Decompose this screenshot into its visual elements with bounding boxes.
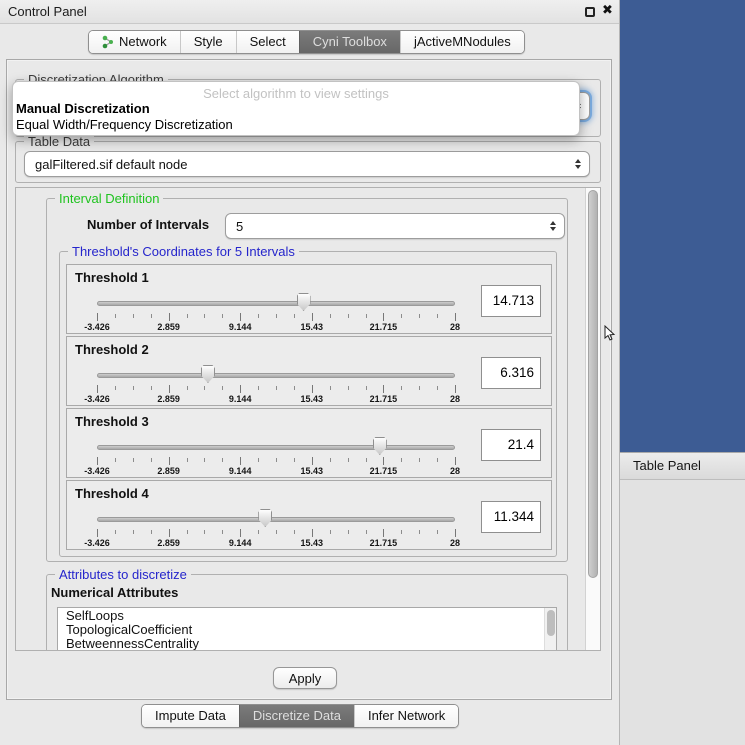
tab-infer-network[interactable]: Infer Network <box>354 705 458 727</box>
table-data-select[interactable]: galFiltered.sif default node <box>24 151 590 177</box>
group-title: Table Data <box>24 134 94 149</box>
slider-ticks <box>97 457 455 466</box>
apply-button[interactable]: Apply <box>273 667 337 689</box>
mouse-cursor <box>604 325 616 343</box>
network-icon <box>102 35 114 49</box>
bottom-tab-bar: Impute Data Discretize Data Infer Networ… <box>141 704 459 728</box>
scrollbar-thumb[interactable] <box>588 190 598 578</box>
threshold-value-field[interactable]: 21.4 <box>481 429 541 461</box>
settings-scroll-area: Interval Definition Number of Intervals … <box>15 187 601 651</box>
attribute-item[interactable]: BetweennessCentrality <box>58 636 556 650</box>
tab-jactivemnodules[interactable]: jActiveMNodules <box>400 31 524 53</box>
slider-thumb[interactable] <box>201 365 215 383</box>
tab-network[interactable]: Network <box>89 31 180 53</box>
group-title: Threshold's Coordinates for 5 Intervals <box>68 244 299 259</box>
tab-label: Style <box>194 34 223 49</box>
slider-track[interactable] <box>97 517 455 522</box>
list-scrollbar[interactable] <box>544 608 556 651</box>
slider-ticks <box>97 385 455 394</box>
algorithm-dropdown-popup: Select algorithm to view settings Manual… <box>12 81 580 136</box>
panel-title: Control Panel <box>8 4 87 19</box>
threshold-panel: Threshold 4 -3.4262.8599.14415.4321.7152… <box>66 480 552 550</box>
settings-scrollbar[interactable] <box>585 188 600 650</box>
group-title: Attributes to discretize <box>55 567 191 582</box>
slider-thumb[interactable] <box>373 437 387 455</box>
threshold-panel: Threshold 3 -3.4262.8599.14415.4321.7152… <box>66 408 552 478</box>
desktop-background: GAL80 GA GAL11 C GAL4 GCY1 H HAP2 <box>620 0 745 452</box>
threshold-label: Threshold 1 <box>75 270 149 285</box>
slider-tick-labels: -3.4262.8599.14415.4321.71528 <box>97 466 455 476</box>
threshold-value-field[interactable]: 14.713 <box>481 285 541 317</box>
thresholds-group: Threshold's Coordinates for 5 Intervals … <box>59 251 557 557</box>
dropdown-placeholder: Select algorithm to view settings <box>13 86 579 101</box>
slider-track[interactable] <box>97 301 455 306</box>
tab-label: Select <box>250 34 286 49</box>
group-title: Interval Definition <box>55 191 163 206</box>
interval-definition-group: Interval Definition Number of Intervals … <box>46 198 568 562</box>
tab-impute-data[interactable]: Impute Data <box>142 705 239 727</box>
tab-label: Network <box>119 34 167 49</box>
tab-discretize-data[interactable]: Discretize Data <box>239 705 354 727</box>
slider-track[interactable] <box>97 373 455 378</box>
tab-cyni-toolbox[interactable]: Cyni Toolbox <box>299 31 400 53</box>
table-panel: ✓ ✓ shared... na YDL19...YDL1YDR27...YDR… <box>620 480 745 745</box>
cyni-toolbox-panel: Discretization Algorithm Table Data galF… <box>6 59 612 700</box>
slider-track[interactable] <box>97 445 455 450</box>
tab-label: Discretize Data <box>253 708 341 723</box>
tab-style[interactable]: Style <box>180 31 236 53</box>
float-window-icon[interactable] <box>585 7 595 17</box>
attribute-item[interactable]: SelfLoops <box>58 608 556 622</box>
dropdown-option-manual-discretization[interactable]: Manual Discretization <box>16 101 150 116</box>
attribute-item[interactable]: TopologicalCoefficient <box>58 622 556 636</box>
scrollbar-thumb[interactable] <box>547 610 555 636</box>
application-window: Control Panel ✖ Network Style Select Cyn… <box>0 0 745 745</box>
threshold-value-field[interactable]: 11.344 <box>481 501 541 533</box>
threshold-panel: Threshold 2 -3.4262.8599.14415.4321.7152… <box>66 336 552 406</box>
tab-label: Infer Network <box>368 708 445 723</box>
threshold-label: Threshold 3 <box>75 414 149 429</box>
slider-tick-labels: -3.4262.8599.14415.4321.71528 <box>97 538 455 548</box>
numerical-attributes-list[interactable]: SelfLoopsTopologicalCoefficientBetweenne… <box>57 607 557 651</box>
threshold-slider[interactable]: -3.4262.8599.14415.4321.71528 <box>97 291 455 331</box>
table-panel-title: Table Panel <box>633 458 701 473</box>
threshold-panel: Threshold 1 -3.4262.8599.14415.4321.7152… <box>66 264 552 334</box>
combo-spinner-icon <box>550 221 556 231</box>
numerical-attributes-heading: Numerical Attributes <box>51 585 178 600</box>
tab-label: jActiveMNodules <box>414 34 511 49</box>
threshold-label: Threshold 4 <box>75 486 149 501</box>
number-of-intervals-select[interactable]: 5 <box>225 213 565 239</box>
threshold-label: Threshold 2 <box>75 342 149 357</box>
slider-ticks <box>97 529 455 538</box>
tab-label: Impute Data <box>155 708 226 723</box>
intervals-label: Number of Intervals <box>87 217 209 232</box>
control-panel-titlebar: Control Panel ✖ <box>0 0 619 24</box>
threshold-slider[interactable]: -3.4262.8599.14415.4321.71528 <box>97 363 455 403</box>
slider-ticks <box>97 313 455 322</box>
attributes-group: Attributes to discretize Numerical Attri… <box>46 574 568 651</box>
close-icon[interactable]: ✖ <box>602 2 613 18</box>
threshold-value-field[interactable]: 6.316 <box>481 357 541 389</box>
combo-value: 5 <box>236 219 243 234</box>
slider-thumb[interactable] <box>297 293 311 311</box>
threshold-slider[interactable]: -3.4262.8599.14415.4321.71528 <box>97 507 455 547</box>
slider-thumb[interactable] <box>258 509 272 527</box>
combo-spinner-icon <box>575 159 581 169</box>
tab-select[interactable]: Select <box>236 31 299 53</box>
slider-tick-labels: -3.4262.8599.14415.4321.71528 <box>97 322 455 332</box>
slider-tick-labels: -3.4262.8599.14415.4321.71528 <box>97 394 455 404</box>
top-tab-bar: Network Style Select Cyni Toolbox jActiv… <box>88 30 525 54</box>
combo-value: galFiltered.sif default node <box>35 157 187 172</box>
tab-label: Cyni Toolbox <box>313 34 387 49</box>
threshold-slider[interactable]: -3.4262.8599.14415.4321.71528 <box>97 435 455 475</box>
dropdown-option-equal-width-frequency[interactable]: Equal Width/Frequency Discretization <box>16 117 233 132</box>
table-data-group: Table Data galFiltered.sif default node <box>15 141 601 183</box>
